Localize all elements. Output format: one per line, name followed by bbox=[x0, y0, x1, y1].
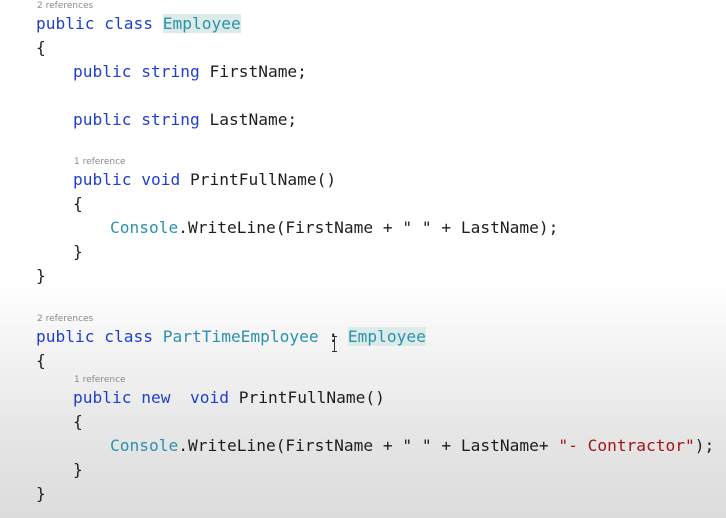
brace: { bbox=[73, 194, 83, 213]
class-name[interactable]: Employee bbox=[162, 14, 241, 33]
keyword-string: string bbox=[141, 110, 200, 129]
brace: { bbox=[36, 351, 46, 370]
code-line-class-declaration[interactable]: public class Employee bbox=[36, 12, 241, 36]
string-literal: " " bbox=[402, 436, 432, 455]
code-line-field-firstname[interactable]: public string FirstName; bbox=[73, 60, 307, 84]
field-name: LastName; bbox=[209, 110, 298, 129]
code-line-class-declaration[interactable]: public class PartTimeEmployee : Employee bbox=[36, 325, 426, 349]
method-call: .WriteLine(FirstName + bbox=[178, 436, 403, 455]
method-name: PrintFullName() bbox=[238, 388, 385, 407]
codelens-references[interactable]: 2 references bbox=[37, 313, 93, 325]
type-console: Console bbox=[110, 218, 179, 237]
method-call: .WriteLine(FirstName + bbox=[178, 218, 403, 237]
code-line-close-brace[interactable]: } bbox=[73, 458, 83, 482]
code-line-method-declaration[interactable]: public void PrintFullName() bbox=[73, 168, 336, 192]
code-line-open-brace[interactable]: { bbox=[36, 349, 46, 373]
code-line-open-brace[interactable]: { bbox=[36, 36, 46, 60]
keyword-public: public bbox=[73, 170, 132, 189]
brace: } bbox=[36, 484, 46, 503]
keyword-public: public bbox=[36, 14, 95, 33]
codelens-references[interactable]: 2 references bbox=[37, 0, 93, 12]
codelens-references[interactable]: 1 reference bbox=[74, 374, 126, 386]
codelens-references[interactable]: 1 reference bbox=[74, 156, 126, 168]
keyword-public: public bbox=[36, 327, 95, 346]
method-name: PrintFullName() bbox=[189, 170, 337, 189]
code-line-method-body[interactable]: Console.WriteLine(FirstName + " " + Last… bbox=[110, 434, 714, 458]
brace: { bbox=[36, 38, 46, 57]
base-class-name[interactable]: Employee bbox=[347, 327, 426, 346]
keyword-class: class bbox=[104, 14, 153, 33]
brace: { bbox=[73, 412, 83, 431]
brace: } bbox=[73, 242, 83, 261]
concat: + LastName+ bbox=[431, 436, 559, 455]
keyword-string: string bbox=[141, 62, 200, 81]
string-literal: " " bbox=[402, 218, 432, 237]
keyword-void: void bbox=[189, 388, 229, 407]
code-line-close-brace[interactable]: } bbox=[36, 264, 46, 288]
keyword-public: public bbox=[73, 388, 132, 407]
code-line-open-brace[interactable]: { bbox=[73, 410, 83, 434]
field-name: FirstName; bbox=[209, 62, 307, 81]
code-line-open-brace[interactable]: { bbox=[73, 192, 83, 216]
code-editor[interactable]: 2 references public class Employee { pub… bbox=[0, 0, 726, 518]
string-literal-contractor: "- Contractor" bbox=[558, 436, 695, 455]
keyword-new: new bbox=[141, 388, 171, 407]
brace: } bbox=[36, 266, 46, 285]
call-rest: ); bbox=[694, 436, 715, 455]
code-line-method-body[interactable]: Console.WriteLine(FirstName + " " + Last… bbox=[110, 216, 558, 240]
type-console: Console bbox=[110, 436, 179, 455]
keyword-void: void bbox=[141, 170, 181, 189]
keyword-class: class bbox=[104, 327, 153, 346]
text-ibeam-cursor bbox=[332, 335, 338, 353]
code-line-close-brace[interactable]: } bbox=[36, 482, 46, 506]
code-line-field-lastname[interactable]: public string LastName; bbox=[73, 108, 297, 132]
code-line-method-declaration[interactable]: public new void PrintFullName() bbox=[73, 386, 385, 410]
keyword-public: public bbox=[73, 110, 132, 129]
keyword-public: public bbox=[73, 62, 132, 81]
call-rest: + LastName); bbox=[431, 218, 559, 237]
class-name: PartTimeEmployee bbox=[162, 327, 319, 346]
brace: } bbox=[73, 460, 83, 479]
code-line-close-brace[interactable]: } bbox=[73, 240, 83, 264]
